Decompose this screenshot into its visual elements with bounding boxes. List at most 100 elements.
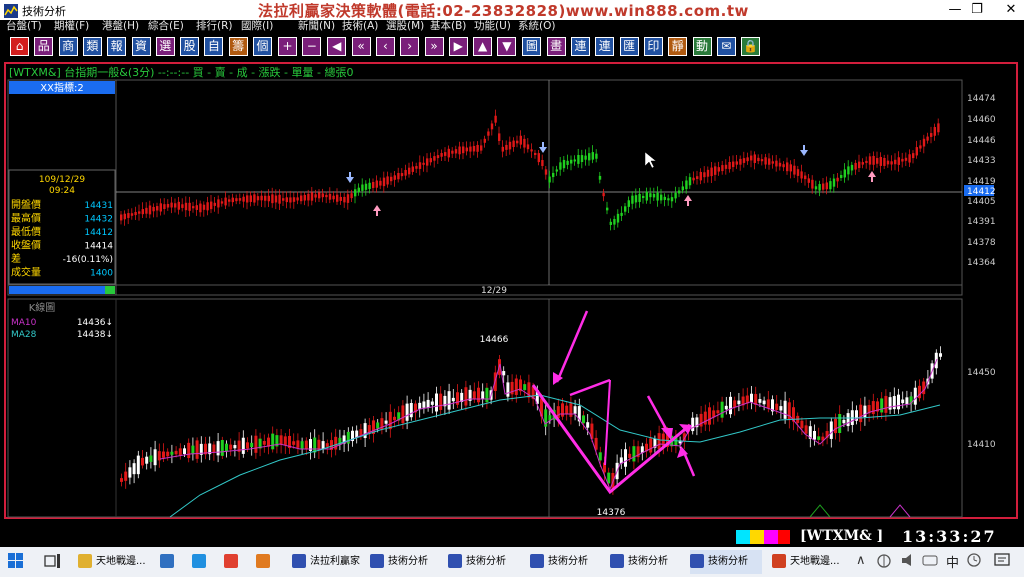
taskbar-item-7[interactable]: 技術分析: [448, 550, 520, 574]
upper-candle: [915, 147, 918, 156]
upper-candle: [267, 195, 270, 202]
upper-candle: [843, 169, 846, 178]
taskbar-item-6[interactable]: 技術分析: [370, 550, 442, 574]
upper-candle: [634, 195, 638, 203]
lower-candle: [569, 403, 573, 417]
upper-candle: [325, 194, 328, 198]
taskbar-item-3[interactable]: [224, 550, 250, 574]
signal-arrow-down-2: [800, 150, 808, 156]
taskbar-item-11[interactable]: 天地戰邊...: [772, 550, 850, 574]
lower-candle: [829, 421, 833, 439]
upper-candle: [350, 193, 353, 199]
upper-candle: [501, 146, 504, 152]
upper-candle: [120, 214, 123, 221]
upper-candle: [840, 175, 843, 178]
upper-candle: [249, 195, 252, 202]
upper-candle: [663, 196, 666, 200]
tray-language[interactable]: 中: [946, 552, 959, 571]
upper-candle: [742, 158, 746, 163]
upper-candle: [195, 205, 198, 210]
upper-axis-label-0: 14474: [967, 94, 996, 104]
upper-candle: [357, 187, 360, 193]
info-label-0: 開盤價: [11, 198, 41, 211]
lower-candle: [183, 448, 186, 454]
info-date: 109/12/29: [39, 175, 85, 185]
upper-candle: [786, 162, 789, 172]
lower-candle: [435, 393, 438, 412]
upper-candle: [346, 194, 350, 203]
upper-candle: [598, 175, 602, 180]
tray-chevron-icon[interactable]: ∧: [856, 553, 866, 568]
upper-candle: [724, 164, 728, 169]
upper-axis-label-1: 14460: [967, 115, 996, 125]
taskbar-item-5[interactable]: 法拉利贏家: [292, 550, 364, 574]
upper-candle: [908, 154, 911, 163]
upper-candle: [850, 164, 854, 171]
lower-candle: [472, 391, 476, 399]
tray-ime-icon[interactable]: [922, 552, 938, 572]
upper-candle: [530, 149, 533, 152]
lower-candle: [750, 393, 753, 403]
lower-candle: [800, 420, 804, 429]
taskbar-item-0[interactable]: 天地戰邊...: [78, 550, 153, 574]
upper-candle: [314, 194, 317, 198]
lower-candle: [720, 401, 724, 418]
upper-candle: [771, 161, 774, 164]
task-view-icon[interactable]: [44, 553, 62, 573]
lower-candle: [145, 456, 149, 464]
taskbar-item-1[interactable]: [160, 550, 186, 574]
annotation-stroke-2: [569, 378, 611, 397]
upper-candle: [616, 213, 620, 223]
upper-candle: [732, 161, 735, 168]
lower-candle: [241, 437, 245, 454]
upper-candle: [800, 171, 803, 179]
taskbar-item-8[interactable]: 技術分析: [530, 550, 602, 574]
taskbar-item-2[interactable]: [192, 550, 218, 574]
upper-candle: [393, 175, 396, 180]
upper-candle: [231, 197, 234, 203]
chart-canvas[interactable]: XX指標:2 109/12/2909:24 開盤價 14431 最高價 14432 最低價 1…: [0, 0, 1024, 577]
upper-axis-label-9: 14364: [967, 258, 996, 268]
taskbar-item-4[interactable]: [256, 550, 282, 574]
lower-candle: [250, 442, 254, 448]
upper-candle: [739, 158, 742, 165]
upper-candle: [721, 165, 724, 172]
lower-candle: [859, 404, 863, 423]
upper-candle: [807, 178, 810, 183]
upper-candle: [768, 158, 771, 165]
lower-candle: [120, 478, 123, 482]
ma-value-1: 14438↓: [77, 330, 113, 340]
upper-candle: [793, 165, 796, 175]
lower-candle: [439, 393, 443, 410]
firefox-icon: [256, 554, 270, 568]
upper-candle: [285, 197, 288, 203]
notification-icon[interactable]: [994, 552, 1010, 572]
ppt-icon: [772, 554, 786, 568]
upper-candle: [620, 212, 623, 216]
tray-volume-icon[interactable]: [900, 552, 916, 572]
upper-candle: [588, 153, 591, 161]
upper-candle: [789, 164, 792, 172]
upper-candle: [670, 197, 674, 202]
upper-candle: [919, 145, 922, 149]
upper-candle: [278, 194, 281, 204]
lower-candle: [766, 399, 770, 409]
info-value-0: 14431: [84, 201, 113, 211]
taskbar-item-9[interactable]: 技術分析: [610, 550, 682, 574]
upper-candle: [148, 205, 152, 215]
tray-network-icon[interactable]: [876, 552, 892, 572]
taskbar-item-10[interactable]: 技術分析: [690, 550, 762, 574]
upper-candle: [260, 195, 263, 201]
lower-candle: [477, 387, 480, 403]
lower-candle: [153, 449, 157, 466]
lower-candle: [162, 451, 165, 458]
upper-candle: [508, 141, 512, 150]
date-label: 12/29: [481, 286, 507, 296]
start-icon[interactable]: [8, 553, 24, 573]
upper-candle: [685, 180, 688, 190]
mouse-cursor-icon: [644, 151, 657, 169]
upper-candle: [832, 178, 836, 187]
clock-icon[interactable]: [966, 552, 982, 572]
lower-candle: [166, 451, 170, 457]
lower-candle: [321, 441, 325, 449]
